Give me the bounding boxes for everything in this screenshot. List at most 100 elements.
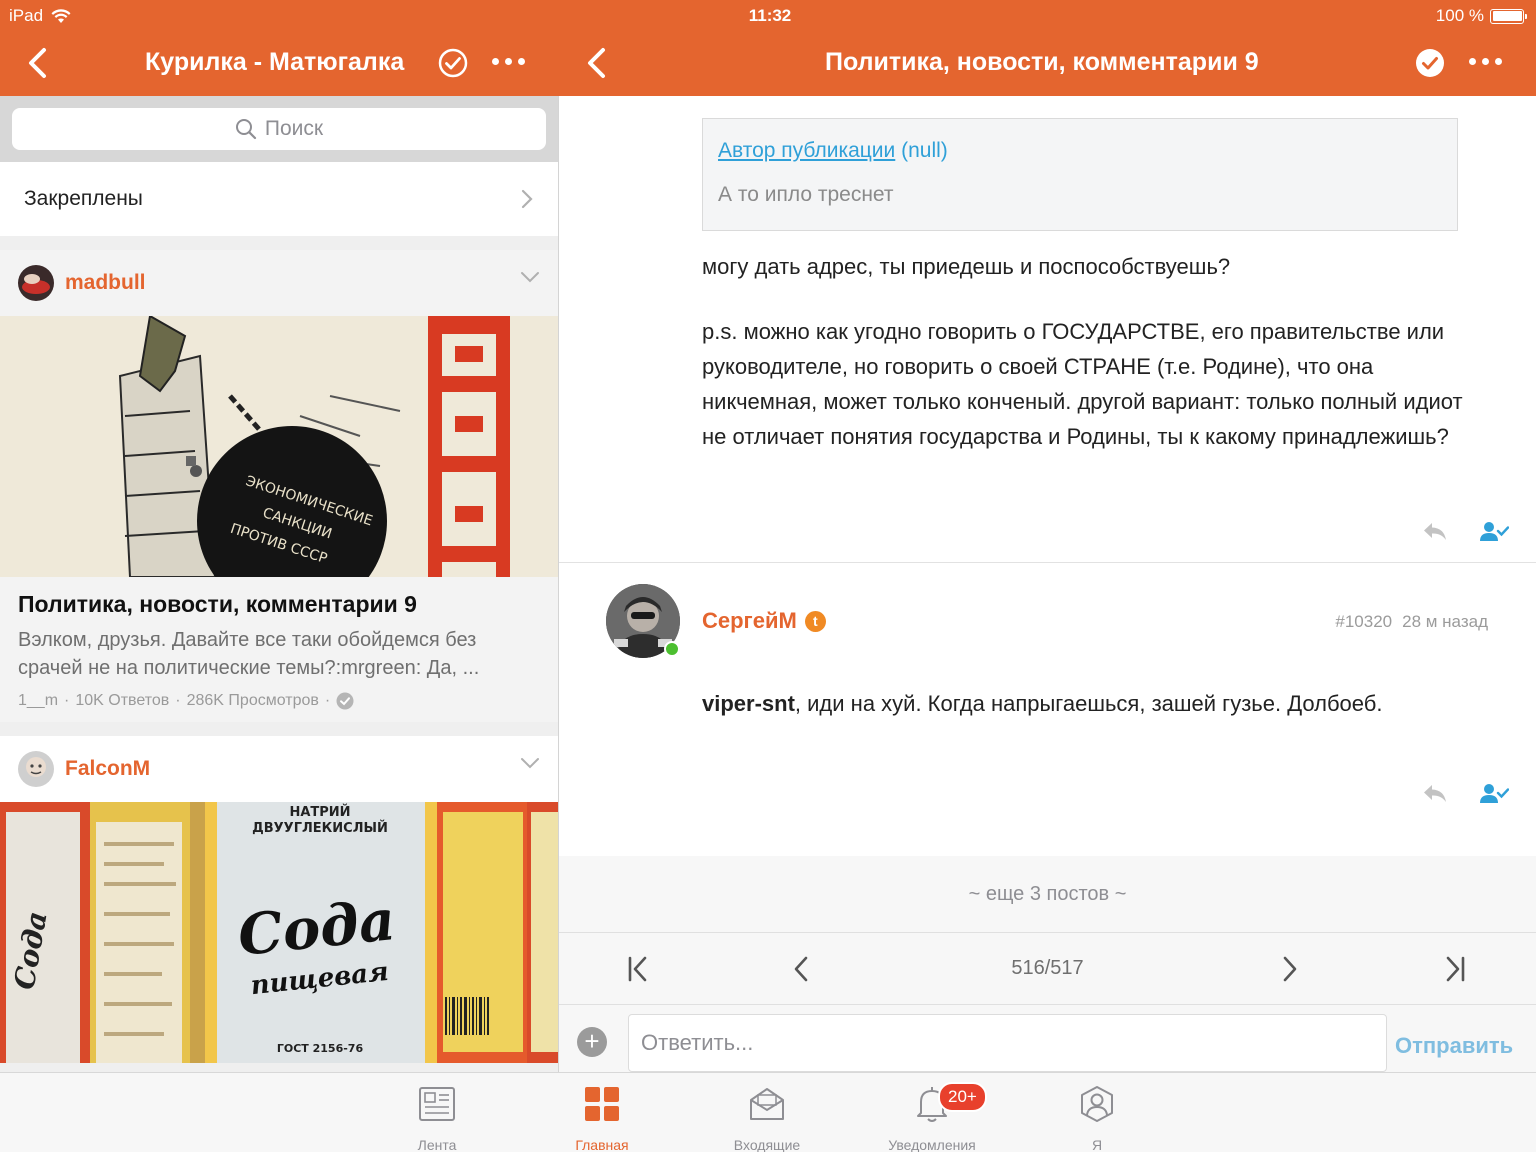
pinned-label: Закреплены [24,187,143,210]
grid-icon [585,1087,619,1121]
search-input[interactable]: Поиск [12,108,546,150]
tab-label: Уведомления [888,1137,976,1152]
user-check-icon[interactable] [1479,782,1509,806]
quote-author-null: (null) [895,139,948,162]
quote-header: Автор публикации (null) [718,139,1442,163]
tab-label: Входящие [733,1137,801,1152]
section-gap [0,236,558,250]
battery-percent: 100 % [1435,6,1484,25]
back-chevron-icon[interactable] [24,44,52,82]
last-page-icon[interactable] [1444,955,1466,983]
topic-card-header: FalconM [0,736,558,802]
topic-replies: 10K Ответов [75,692,170,709]
post-actions [1421,782,1509,806]
pager: 516/517 [559,932,1536,1004]
avatar[interactable] [18,265,54,301]
tab-label: Главная [575,1137,629,1152]
search-icon [235,119,256,140]
quote-text: А то ипло треснет [718,183,894,206]
status-right: 100 % [1435,6,1527,26]
status-bar: iPad 11:32 100 % [0,0,1536,32]
reply-icon[interactable] [1421,520,1449,544]
right-navbar: Политика, новости, комментарии 9 [559,32,1536,96]
send-button[interactable]: Отправить [1395,1033,1513,1059]
post-separator [559,562,1536,563]
left-navbar: Курилка - Матюгалка [0,32,558,96]
quote-author-link[interactable]: Автор публикации [718,139,895,162]
topic-list-pane: Поиск Закреплены madbull ЭКОНОМИЧЕСКИЕ С… [0,96,558,1072]
post-text: могу дать адрес, ты приедешь и поспособс… [702,254,1231,279]
package-text: ГОСТ 2156-76 [277,1042,364,1055]
quote-block: Автор публикации (null) А то ипло тресне… [702,118,1458,231]
notification-badge: 20+ [938,1082,987,1112]
meta-separator: · [64,692,70,709]
load-more-posts[interactable]: ~ еще 3 постов ~ [559,856,1536,932]
topic-card[interactable]: FalconM НАТРИЙ ДВУУГЛЕКИСЛЫЙ Сода пищева… [0,736,558,1063]
pinned-row[interactable]: Закреплены [0,162,558,236]
topic-author[interactable]: madbull [65,271,146,295]
tab-label: Лента [417,1137,457,1152]
online-indicator [664,641,680,657]
thread-title: Политика, новости, комментарии 9 [825,48,1259,76]
topic-card-body: Политика, новости, комментарии 9 Вэлком,… [0,577,558,722]
post-text: p.s. можно как угодно говорить о ГОСУДАР… [702,319,1463,449]
topic-author[interactable]: FalconM [65,757,150,781]
topic-image[interactable]: ЭКОНОМИЧЕСКИЕ САНКЦИИ ПРОТИВ СССР [0,316,558,577]
search-placeholder: Поиск [264,117,324,140]
user-mention[interactable]: viper-snt [702,691,795,716]
check-circle-icon[interactable] [438,48,468,78]
post-meta: #10320 28 м назад [1335,612,1488,632]
package-text: НАТРИЙ [289,804,350,820]
next-page-icon[interactable] [1281,955,1299,983]
tab-bar: Лента Главная Входящие 20+ Уведомления Я [0,1072,1536,1152]
thread-pane: Автор публикации (null) А то ипло тресне… [559,96,1536,1072]
search-bar: Поиск [0,96,558,162]
package-text: ДВУУГЛЕКИСЛЫЙ [252,820,388,836]
read-check-icon [336,692,354,710]
reply-bar: + Отправить [559,1004,1536,1072]
tab-feed[interactable]: Лента [377,1085,497,1152]
post-author[interactable]: СергейМ [702,608,797,634]
meta-separator: · [324,692,331,709]
battery-icon [1490,8,1527,24]
section-gap [0,722,558,736]
post-number: #10320 [1335,612,1393,631]
tab-notifications[interactable]: 20+ Уведомления [872,1082,992,1152]
user-check-icon[interactable] [1479,520,1509,544]
status-time: 11:32 [748,6,792,25]
post-author-row: СергейМ t [702,608,826,634]
forum-title: Курилка - Матюгалка [145,48,405,76]
post-time: 28 м назад [1402,612,1488,631]
post-text: viper-snt, иди на хуй. Когда напрыгаешьс… [702,686,1502,721]
meta-separator: · [175,692,181,709]
more-dots-icon[interactable] [492,58,525,65]
topic-image[interactable]: НАТРИЙ ДВУУГЛЕКИСЛЫЙ Сода пищевая ГОСТ 2… [0,802,558,1063]
reply-icon[interactable] [1421,782,1449,806]
feed-icon [419,1087,455,1121]
tab-inbox[interactable]: Входящие [707,1085,827,1152]
post-actions [1421,520,1509,544]
back-chevron-icon[interactable] [583,44,611,82]
topic-last-user: 1__m [18,692,59,709]
topic-views: 286K Просмотров [186,692,319,709]
chevron-down-icon[interactable] [520,270,540,284]
tab-profile[interactable]: Я [1037,1085,1157,1152]
topic-card[interactable]: madbull ЭКОНОМИЧЕСКИЕ САНКЦИИ ПРОТИВ ССС… [0,250,558,722]
avatar[interactable] [18,751,54,787]
topic-excerpt: Вэлком, друзья. Давайте все таки обойдем… [18,629,480,679]
chevron-down-icon[interactable] [520,756,540,770]
topic-card-header: madbull [0,250,558,316]
tab-label: Я [1091,1137,1103,1152]
topic-meta: 1__m · 10K Ответов · 286K Просмотров · [18,692,540,710]
topic-title[interactable]: Политика, новости, комментарии 9 [18,591,540,618]
profile-icon [1081,1086,1113,1122]
attach-plus-icon[interactable]: + [577,1027,607,1057]
tab-home[interactable]: Главная [542,1085,662,1152]
inbox-icon [750,1088,784,1120]
page-indicator[interactable]: 516/517 [559,957,1536,980]
more-dots-icon[interactable] [1469,58,1502,65]
post-body: , иди на хуй. Когда напрыгаешься, зашей … [794,691,1383,716]
top-bar: iPad 11:32 100 % Курилка - Матюгалка Пол… [0,0,1536,96]
reply-input[interactable] [628,1014,1387,1072]
check-circle-filled-icon[interactable] [1415,48,1445,78]
